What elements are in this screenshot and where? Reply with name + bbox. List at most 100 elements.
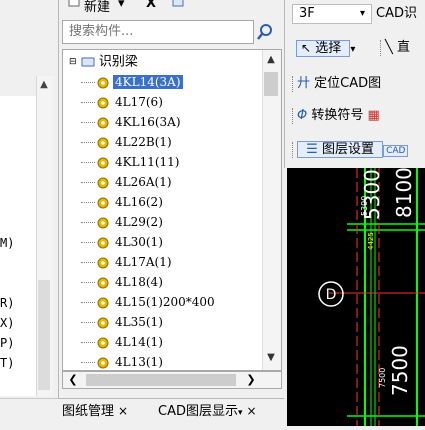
list-item: M) <box>0 236 15 250</box>
scroll-up-icon[interactable]: ▲ <box>262 52 280 68</box>
search-input[interactable] <box>67 23 251 40</box>
locate-icon: ⼶ <box>297 76 311 91</box>
tree-item[interactable]: 4L17(6) <box>81 92 165 112</box>
layer-icon: ☰ <box>306 142 318 157</box>
floor-select[interactable]: 3F ▾ <box>292 4 372 24</box>
tree-item[interactable]: 4L29(2) <box>81 212 165 232</box>
new-icon[interactable] <box>68 0 80 11</box>
component-tree[interactable]: ⊟ 识别梁 4KL14(3A) 4L17(6) 4KL16(3A) 4L22B(1) 4… <box>62 49 282 371</box>
tree-connector <box>81 362 95 363</box>
new-button[interactable]: 新建 <box>84 0 110 15</box>
scroll-down-icon[interactable]: ▼ <box>262 350 280 366</box>
dimension-label: 7500 <box>378 368 387 388</box>
tree-item[interactable]: 4L15(1)200*400 <box>81 292 217 312</box>
dimension-label: 4425 <box>367 232 375 250</box>
convert-label: 转换符号 <box>311 108 364 123</box>
beam-gear-icon <box>97 217 109 228</box>
cad-recognize-label[interactable]: CAD识 <box>376 2 417 26</box>
cad-badge[interactable]: CAD <box>383 145 409 157</box>
tree-connector <box>81 282 95 283</box>
search-icon[interactable] <box>256 20 278 44</box>
tree-hscroll-thumb[interactable] <box>86 374 236 386</box>
beam-gear-icon <box>97 237 109 248</box>
tab-label: 图纸管理 <box>62 404 115 419</box>
dropdown-icon[interactable]: ▾ <box>118 0 125 11</box>
tree-item[interactable]: 4L26A(1) <box>81 172 174 192</box>
tab-cad-layer-display[interactable]: CAD图层显示▾ × <box>158 402 257 420</box>
scroll-left-icon[interactable]: ❮ <box>66 372 80 388</box>
layer-label: 图层设置 <box>321 142 374 157</box>
tree-connector <box>81 122 95 123</box>
delete-button[interactable]: X <box>146 0 156 11</box>
tree-connector <box>81 142 95 143</box>
separator <box>292 107 295 124</box>
tree-connector <box>81 342 95 343</box>
collapse-icon[interactable]: ⊟ <box>69 57 77 67</box>
beam-gear-icon <box>97 357 109 368</box>
list-item: P) <box>0 336 15 350</box>
tree-item-label: 4L15(1)200*400 <box>115 295 215 309</box>
tree-item[interactable]: 4KL11(11) <box>81 152 181 172</box>
convert-symbol-button[interactable]: Φ 转换符号 ▦ <box>292 104 380 128</box>
floor-value: 3F <box>299 6 315 21</box>
tree-item-label: 4L35(1) <box>115 315 163 329</box>
chevron-down-icon[interactable]: ▾ <box>360 5 365 23</box>
left-scroll-thumb[interactable] <box>38 280 50 390</box>
tree-connector <box>81 222 95 223</box>
tab-drawing-manager[interactable]: 图纸管理 × <box>62 402 128 420</box>
tree-item[interactable]: 4L17A(1) <box>81 252 174 272</box>
locate-cad-button[interactable]: ⼶ 定位CAD图 <box>292 72 381 96</box>
cad-drawing-canvas[interactable]: D 8100 5300 5300 4425 7500 7500 <box>287 167 425 426</box>
left-bottom-bar <box>0 398 58 427</box>
copy-icon[interactable] <box>172 0 186 11</box>
tree-item[interactable]: 4KL14(3A) <box>81 72 183 92</box>
tree-item-label: 4L29(2) <box>115 215 163 229</box>
pin-icon[interactable]: ▾ <box>238 408 243 418</box>
beam-gear-icon <box>97 137 109 148</box>
tree-item[interactable]: 4KL16(3A) <box>81 112 183 132</box>
layer-settings-button[interactable]: ☰ 图层设置 CAD <box>292 138 409 162</box>
tree-item[interactable]: 4L18(4) <box>81 272 165 292</box>
tree-item-label: 4L17A(1) <box>115 255 172 269</box>
chevron-down-icon[interactable]: ▾ <box>350 44 355 55</box>
tree-item[interactable]: 4L14(1) <box>81 332 165 352</box>
cad-drawing: D 8100 5300 5300 4425 7500 7500 <box>318 167 425 426</box>
tree-item-label: 4L30(1) <box>115 235 163 249</box>
scroll-right-icon[interactable]: ❯ <box>244 372 258 388</box>
list-item: X) <box>0 316 15 330</box>
scroll-up-icon[interactable]: ▲ <box>36 76 52 94</box>
tree-connector <box>81 302 95 303</box>
close-icon[interactable]: × <box>247 404 257 418</box>
tree-connector <box>81 82 95 83</box>
tree-item[interactable]: 4L30(1) <box>81 232 165 252</box>
tab-label: CAD图层显示 <box>158 404 238 419</box>
tree-root[interactable]: ⊟ 识别梁 <box>69 52 138 72</box>
table-icon[interactable]: ▦ <box>368 108 380 123</box>
axis-marker-label: D <box>326 287 337 303</box>
beam-gear-icon <box>97 157 109 168</box>
separator <box>380 39 383 56</box>
tree-item[interactable]: 4L13(1) <box>81 352 165 370</box>
close-icon[interactable]: × <box>118 404 128 418</box>
tree-item[interactable]: 4L16(2) <box>81 192 165 212</box>
left-property-list: M) R) X) P) T) <box>0 96 37 396</box>
tree-vertical-scrollbar[interactable] <box>262 50 281 370</box>
tree-scroll-thumb[interactable] <box>264 72 278 96</box>
beam-gear-icon <box>97 117 109 128</box>
beam-gear-icon <box>97 197 109 208</box>
cursor-icon: ↖ <box>301 41 312 55</box>
search-box[interactable] <box>62 20 254 44</box>
beam-gear-icon <box>97 317 109 328</box>
tree-item-label: 4L26A(1) <box>115 175 172 189</box>
tree-connector <box>81 162 95 163</box>
tree-item[interactable]: 4L22B(1) <box>81 132 174 152</box>
tree-item-label: 4L14(1) <box>115 335 163 349</box>
tree-connector <box>81 202 95 203</box>
beam-gear-icon <box>97 257 109 268</box>
tree-item-label: 4L16(2) <box>115 195 163 209</box>
tree-item[interactable]: 4L35(1) <box>81 312 165 332</box>
tree-connector <box>81 182 95 183</box>
select-button[interactable]: ↖ 选择 ▾ <box>296 36 355 60</box>
line-button[interactable]: ╲ 直 <box>380 36 410 60</box>
beam-gear-icon <box>97 337 109 348</box>
